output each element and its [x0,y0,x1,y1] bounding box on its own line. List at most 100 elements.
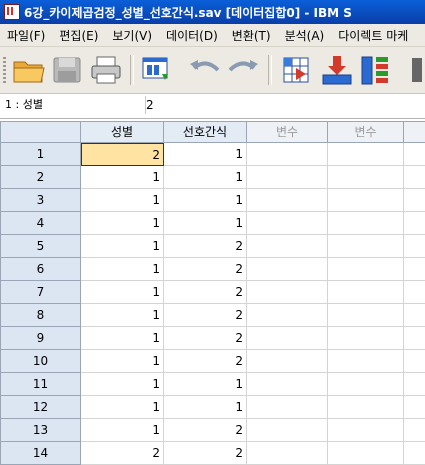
cell-empty[interactable] [328,442,404,465]
cell-empty[interactable] [247,235,328,258]
cell-gender[interactable]: 2 [81,143,164,166]
cell-preferred-snack[interactable]: 1 [164,143,247,166]
cell-preferred-snack[interactable]: 2 [164,235,247,258]
cell-empty[interactable] [328,350,404,373]
column-header-preferred-snack[interactable]: 선호간식 [164,121,247,143]
cell-empty[interactable] [328,212,404,235]
cell-gender[interactable]: 1 [81,166,164,189]
cell-empty[interactable] [328,281,404,304]
cell-empty[interactable] [328,235,404,258]
menu-edit[interactable]: 편집(E) [52,27,105,44]
cell-preferred-snack[interactable]: 2 [164,350,247,373]
cell-preferred-snack[interactable]: 2 [164,327,247,350]
cell-empty[interactable] [404,396,425,419]
cell-empty[interactable] [404,350,425,373]
cell-empty[interactable] [404,304,425,327]
row-header[interactable]: 13 [0,419,81,442]
cell-empty[interactable] [404,327,425,350]
cell-gender[interactable]: 1 [81,396,164,419]
cell-empty[interactable] [247,419,328,442]
cell-empty[interactable] [247,212,328,235]
go-to-case-icon[interactable] [280,54,314,86]
cell-preferred-snack[interactable]: 2 [164,442,247,465]
cell-preferred-snack[interactable]: 2 [164,304,247,327]
row-header[interactable]: 9 [0,327,81,350]
cell-gender[interactable]: 1 [81,189,164,212]
cell-gender[interactable]: 1 [81,419,164,442]
cell-empty[interactable] [404,235,425,258]
cell-empty[interactable] [328,327,404,350]
cell-empty[interactable] [404,281,425,304]
row-header[interactable]: 4 [0,212,81,235]
cell-gender[interactable]: 1 [81,212,164,235]
cell-empty[interactable] [328,143,404,166]
cell-preferred-snack[interactable]: 1 [164,373,247,396]
cell-preferred-snack[interactable]: 2 [164,281,247,304]
cell-empty[interactable] [328,166,404,189]
cell-empty[interactable] [247,143,328,166]
cell-empty[interactable] [247,166,328,189]
column-header-blank[interactable] [404,121,425,143]
cell-empty[interactable] [404,189,425,212]
cell-empty[interactable] [328,396,404,419]
row-header[interactable]: 14 [0,442,81,465]
menu-file[interactable]: 파일(F) [0,27,52,44]
menu-transform[interactable]: 변환(T) [225,27,278,44]
toolbar-grip[interactable] [3,57,6,83]
cell-preferred-snack[interactable]: 2 [164,258,247,281]
cell-empty[interactable] [404,258,425,281]
row-header[interactable]: 10 [0,350,81,373]
cell-value-input[interactable]: 2 [146,96,154,114]
row-header[interactable]: 5 [0,235,81,258]
cell-empty[interactable] [328,258,404,281]
cell-gender[interactable]: 1 [81,235,164,258]
menu-view[interactable]: 보기(V) [105,27,159,44]
cell-preferred-snack[interactable]: 1 [164,212,247,235]
cell-empty[interactable] [328,419,404,442]
cell-empty[interactable] [328,304,404,327]
cell-preferred-snack[interactable]: 1 [164,166,247,189]
split-file-icon[interactable] [404,54,425,86]
print-icon[interactable] [89,54,123,86]
menu-data[interactable]: 데이터(D) [159,27,225,44]
cell-empty[interactable] [247,281,328,304]
cell-empty[interactable] [404,442,425,465]
insert-case-icon[interactable] [320,54,354,86]
column-header-variable[interactable]: 변수 [328,121,404,143]
cell-empty[interactable] [328,373,404,396]
cell-empty[interactable] [247,258,328,281]
cell-empty[interactable] [247,189,328,212]
cell-empty[interactable] [404,419,425,442]
redo-icon[interactable] [226,54,260,86]
cell-gender[interactable]: 1 [81,304,164,327]
column-header-gender[interactable]: 성별 [81,121,164,143]
grid-corner[interactable] [0,121,81,143]
cell-empty[interactable] [247,442,328,465]
cell-preferred-snack[interactable]: 1 [164,189,247,212]
cell-empty[interactable] [404,143,425,166]
open-folder-icon[interactable] [12,54,46,86]
cell-gender[interactable]: 1 [81,281,164,304]
cell-empty[interactable] [247,327,328,350]
cell-empty[interactable] [247,396,328,419]
row-header[interactable]: 1 [0,143,81,166]
cell-empty[interactable] [328,189,404,212]
cell-empty[interactable] [404,166,425,189]
cell-gender[interactable]: 1 [81,327,164,350]
row-header[interactable]: 7 [0,281,81,304]
row-header[interactable]: 11 [0,373,81,396]
cell-empty[interactable] [404,373,425,396]
menu-direct-marketing[interactable]: 다이렉트 마케 [331,27,415,44]
save-icon[interactable] [50,54,84,86]
column-header-variable[interactable]: 변수 [247,121,328,143]
insert-variable-icon[interactable] [358,54,392,86]
undo-icon[interactable] [188,54,222,86]
cell-gender[interactable]: 1 [81,373,164,396]
row-header[interactable]: 8 [0,304,81,327]
cell-empty[interactable] [247,373,328,396]
cell-preferred-snack[interactable]: 2 [164,419,247,442]
row-header[interactable]: 6 [0,258,81,281]
cell-gender[interactable]: 2 [81,442,164,465]
row-header[interactable]: 3 [0,189,81,212]
row-header[interactable]: 2 [0,166,81,189]
